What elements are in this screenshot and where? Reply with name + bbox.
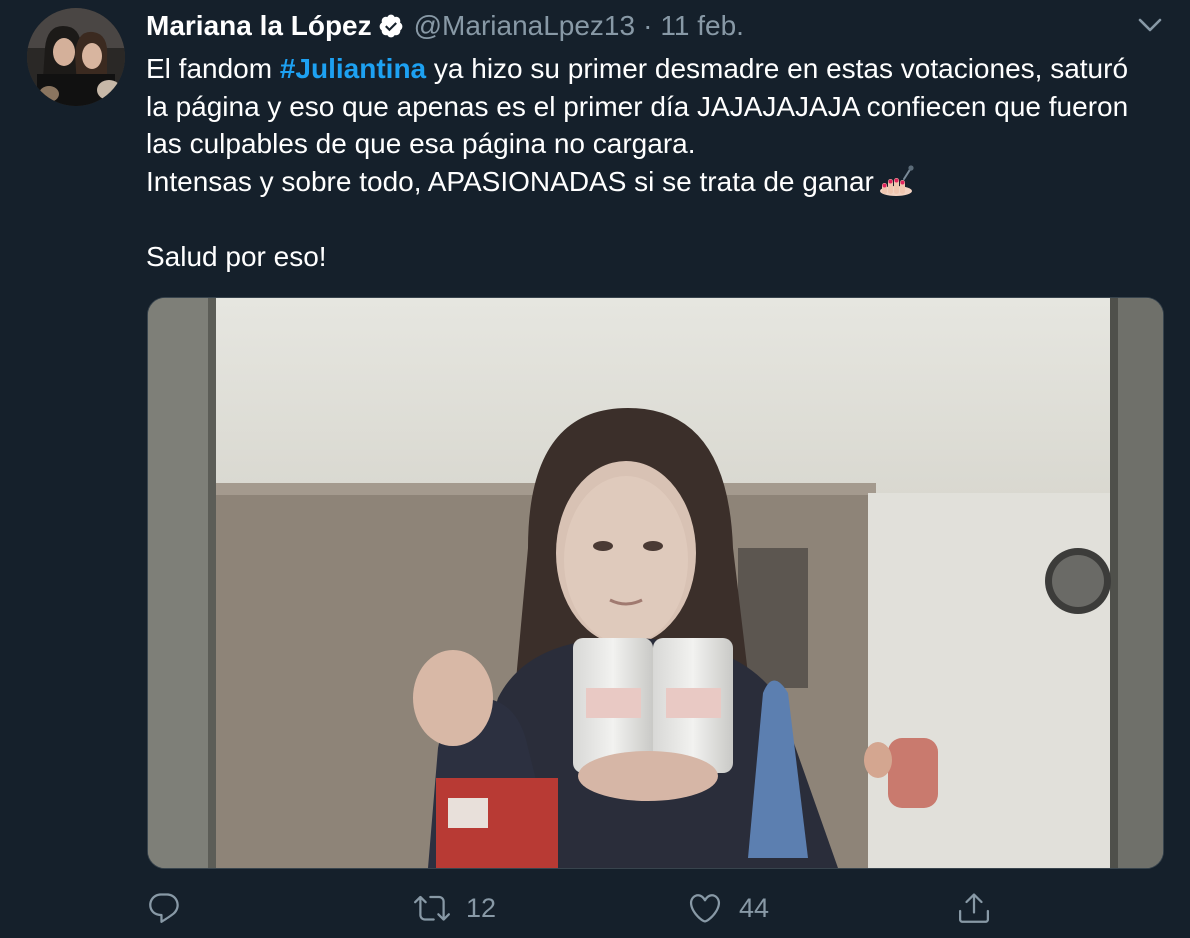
verified-badge-icon	[378, 13, 404, 39]
like-button[interactable]: 44	[687, 890, 769, 926]
heart-icon	[689, 894, 721, 923]
like-count: 44	[739, 892, 770, 923]
reply-icon	[149, 893, 179, 923]
avatar[interactable]	[27, 8, 125, 106]
tweet-actions: 12 44	[146, 890, 1166, 930]
tweet-text-line: la página y eso que apenas es el primer …	[146, 90, 1129, 122]
retweet-button[interactable]: 12	[414, 890, 496, 926]
share-icon	[959, 893, 989, 923]
chevron-down-icon[interactable]	[1135, 10, 1165, 40]
tweet-text-line: El fandom #Juliantina ya hizo su primer …	[146, 53, 1129, 84]
tweet[interactable]: Mariana la López @MarianaLpez13 · 11 feb…	[0, 0, 1190, 938]
tweet-media-photo[interactable]	[147, 297, 1164, 869]
tweet-text-line: Salud por eso!	[146, 240, 327, 272]
tweet-header: Mariana la López @MarianaLpez13 · 11 feb…	[146, 8, 744, 44]
tweet-text-line: las culpables de que esa página no carga…	[146, 128, 696, 159]
share-button[interactable]	[956, 890, 992, 926]
reply-button[interactable]	[146, 890, 182, 926]
header-separator: ·	[643, 10, 653, 41]
retweet-icon	[414, 895, 450, 921]
tweet-text-line: Intensas y sobre todo, APASIONADAS si se…	[146, 163, 1176, 201]
retweet-count: 12	[466, 892, 497, 923]
tweet-text: El fandom #Juliantina ya hizo su primer …	[146, 50, 1176, 275]
hashtag-link[interactable]: #Juliantina	[280, 53, 426, 84]
tweet-date[interactable]: 11 feb.	[660, 10, 744, 42]
nail-polish-emoji-icon	[878, 164, 914, 197]
display-name[interactable]: Mariana la López	[146, 10, 372, 42]
author-handle[interactable]: @MarianaLpez13	[414, 10, 635, 42]
